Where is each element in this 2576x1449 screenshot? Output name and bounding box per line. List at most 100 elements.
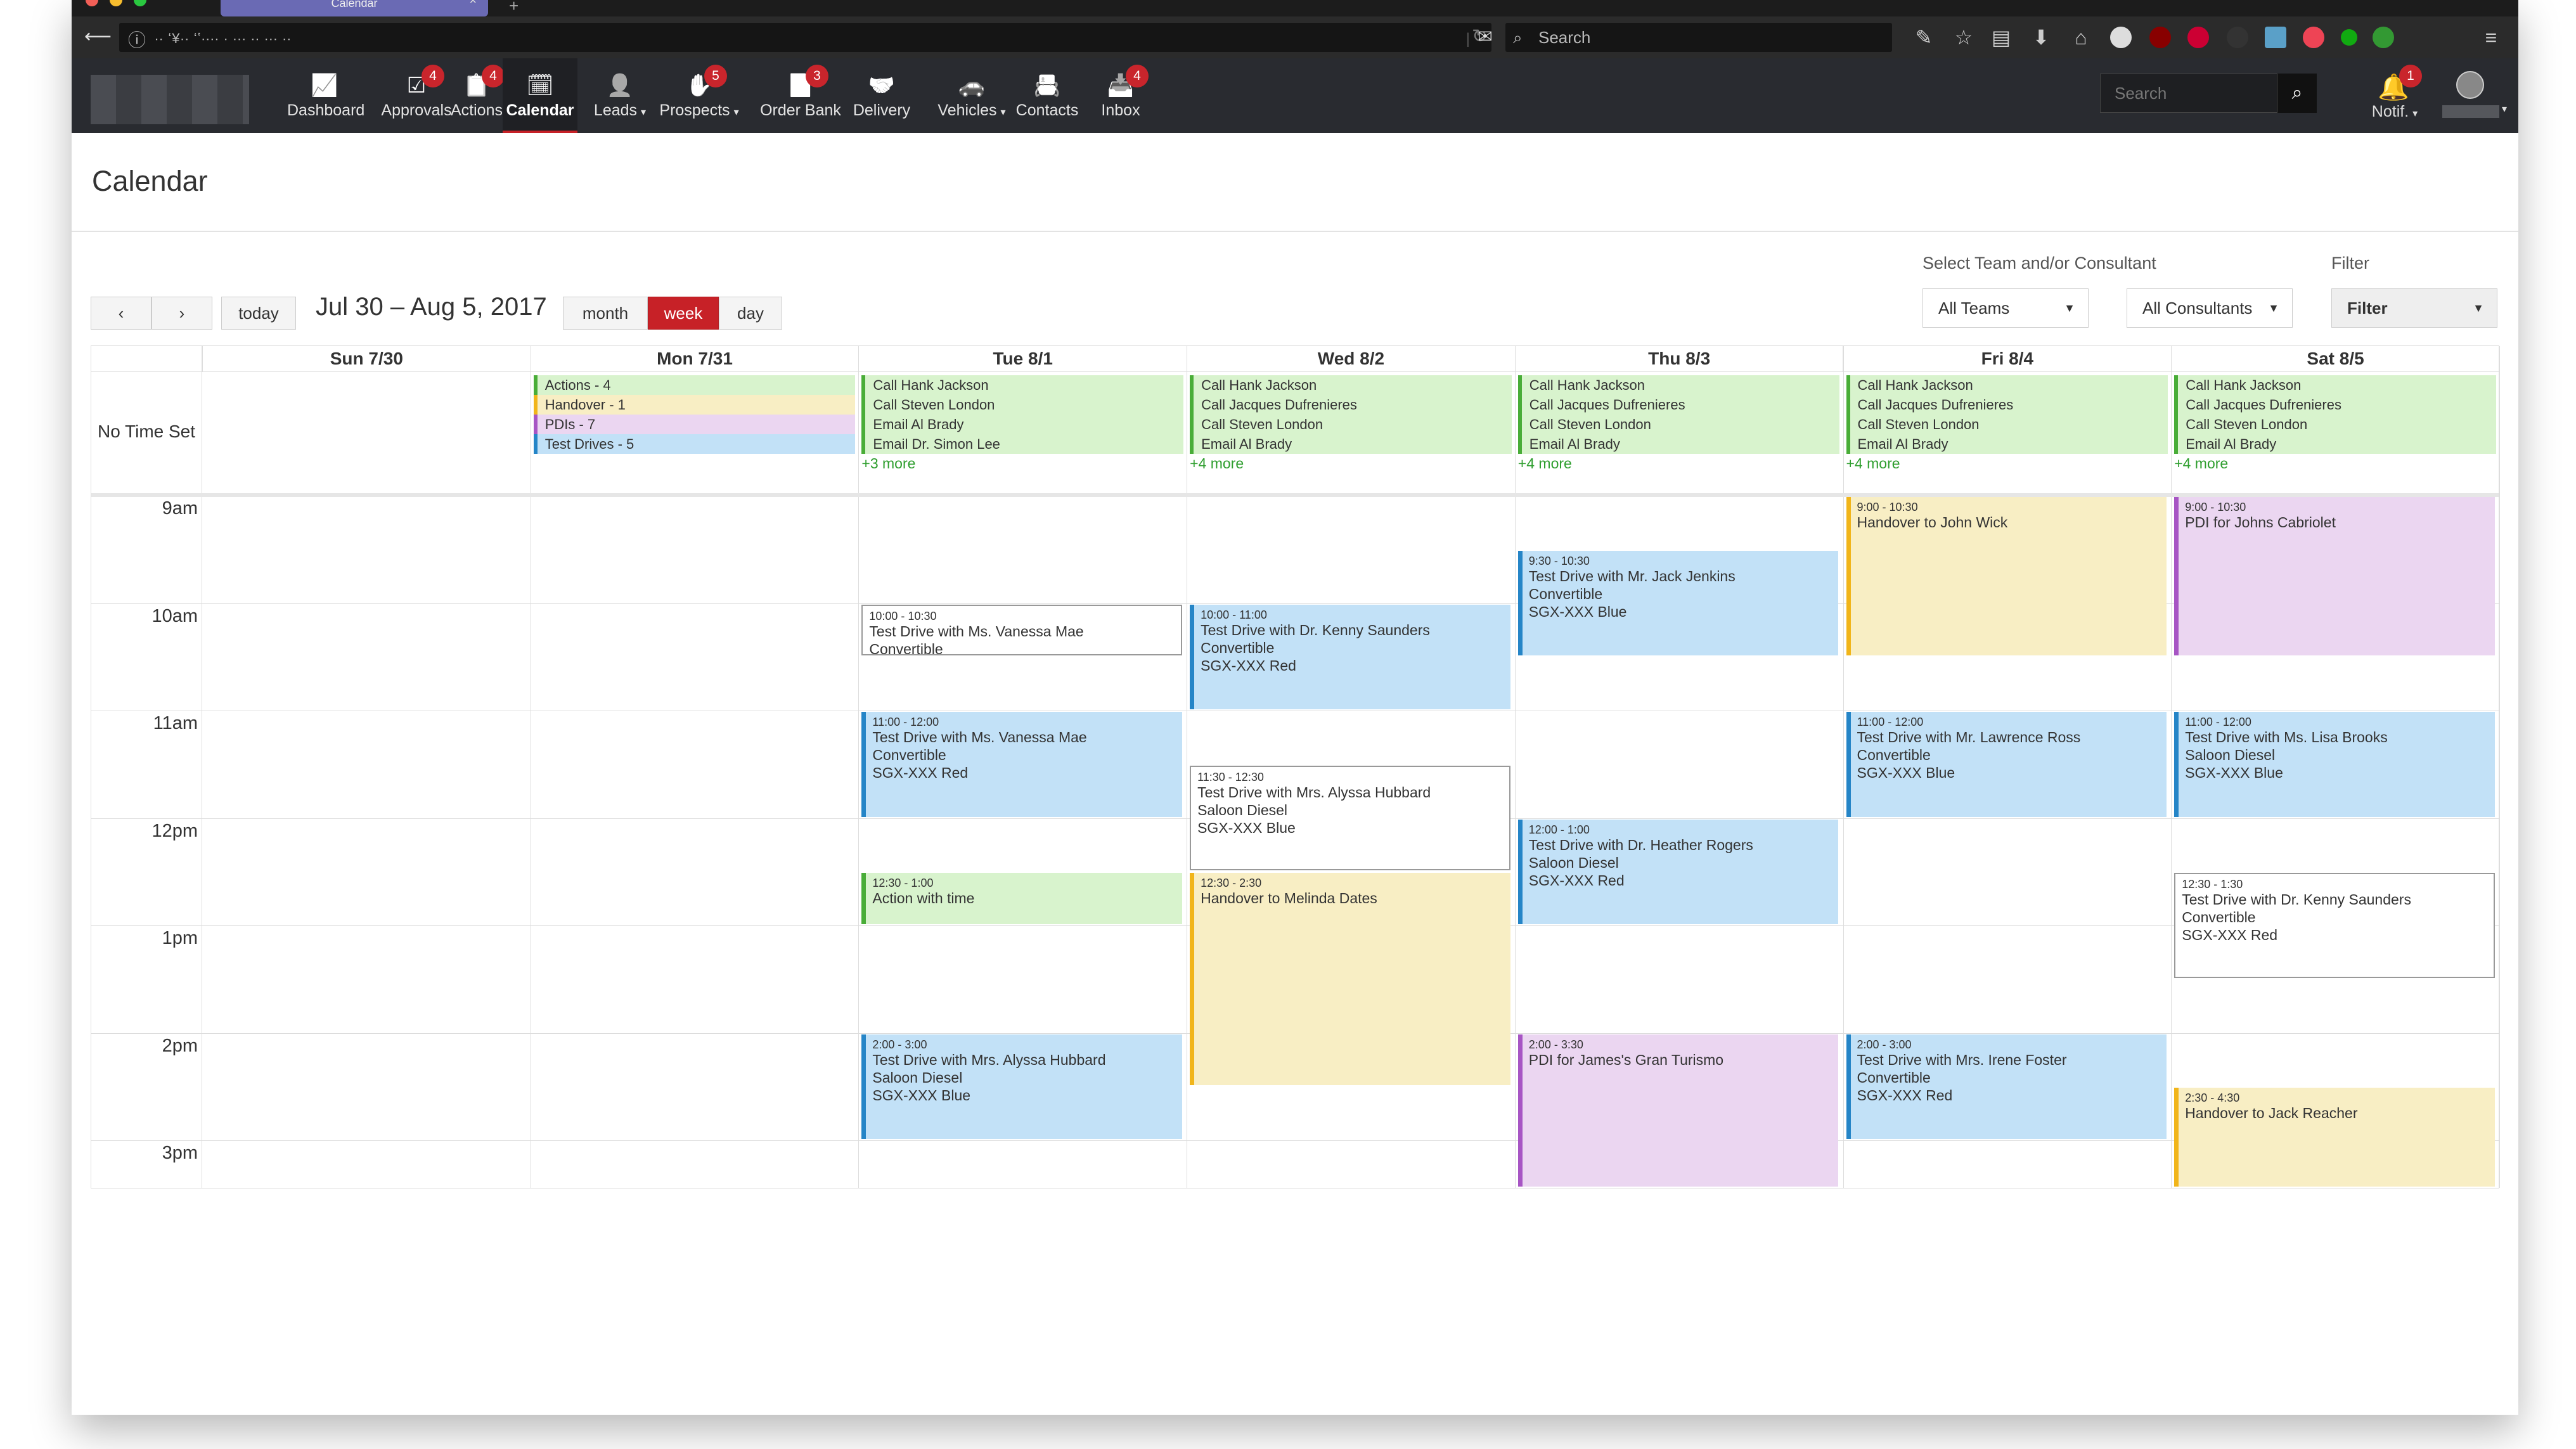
allday-task[interactable]: Email Al Brady	[1190, 434, 1512, 454]
ghostery-icon[interactable]	[2187, 27, 2209, 48]
browser-search[interactable]: ⌕ Search	[1505, 23, 1892, 52]
user-name-redacted	[2442, 105, 2499, 118]
send-icon[interactable]	[2303, 27, 2324, 48]
more-link[interactable]: +3 more	[861, 455, 915, 472]
calendar-event[interactable]: 12:00 - 1:00 Test Drive with Dr. Heather …	[1517, 819, 1839, 924]
calendar-event[interactable]: 11:00 - 12:00 Test Drive with Ms. Lisa Br…	[2174, 712, 2495, 817]
app-search-button[interactable]: ⌕	[2277, 74, 2317, 113]
calendar-event[interactable]: 10:00 - 11:00 Test Drive with Dr. Kenny S…	[1190, 604, 1510, 709]
calendar-event[interactable]: 2:00 - 3:00 Test Drive with Mrs. Irene Fo…	[1846, 1034, 2167, 1139]
allday-task[interactable]: Call Steven London	[1846, 415, 2168, 434]
nav-item-actions[interactable]: 📋 4 Actions	[444, 58, 509, 133]
calendar-event[interactable]: 11:00 - 12:00 Test Drive with Ms. Vanessa…	[861, 712, 1183, 817]
calendar-event[interactable]: 2:00 - 3:30 PDI for James's Gran Turismo	[1517, 1034, 1839, 1187]
event-time: 12:00 - 1:00	[1528, 823, 1590, 836]
allday-task[interactable]: Call Steven London	[2174, 415, 2496, 434]
mail-icon[interactable]: ✉	[1472, 23, 1498, 51]
zoom-window-icon[interactable]	[134, 0, 146, 6]
download-icon[interactable]: ⬇	[2030, 27, 2052, 48]
nav-item-calendar[interactable]: 🗓 Calendar	[503, 58, 577, 133]
app-logo[interactable]	[91, 75, 249, 124]
allday-task[interactable]: Email Al Brady	[1517, 434, 1840, 454]
nav-item-contacts[interactable]: 📇 Contacts	[1010, 58, 1085, 133]
nav-item-delivery[interactable]: 🤝 Delivery	[846, 58, 917, 133]
notifications-menu[interactable]: 🔔 1 Notif. ▾	[2360, 58, 2430, 133]
home-icon[interactable]: ⌂	[2070, 27, 2092, 48]
more-link[interactable]: +4 more	[1518, 455, 1572, 472]
allday-task[interactable]: Email Dr. Simon Lee	[861, 434, 1184, 454]
allday-task[interactable]: Email Al Brady	[861, 415, 1184, 434]
tab-calendar[interactable]: Calendar ×	[221, 0, 488, 16]
tab-close-icon[interactable]: ×	[469, 0, 477, 7]
allday-task[interactable]: Email Al Brady	[1846, 434, 2168, 454]
allday-summary-item[interactable]: Handover - 1	[533, 395, 856, 415]
allday-task[interactable]: Call Jacques Dufrenieres	[2174, 395, 2496, 415]
menu-icon[interactable]: ≡	[2480, 27, 2502, 48]
next-button[interactable]: ›	[151, 297, 212, 330]
app-search-input[interactable]: Search	[2100, 74, 2277, 113]
allday-task[interactable]: Call Hank Jackson	[1190, 375, 1512, 395]
nav-item-leads[interactable]: 👤 Leads ▾	[585, 58, 655, 133]
calendar-event[interactable]: 11:30 - 12:30 Test Drive with Mrs. Alyssa…	[1190, 765, 1510, 871]
allday-task[interactable]: Call Jacques Dufrenieres	[1846, 395, 2168, 415]
event-title: Test Drive with Ms. Vanessa Mae	[872, 729, 1087, 745]
prev-button[interactable]: ‹	[91, 297, 151, 330]
today-button[interactable]: today	[221, 297, 296, 330]
nav-item-prospects[interactable]: ✋ 5 Prospects ▾	[652, 58, 747, 133]
consultant-select[interactable]: All Consultants ▼	[2127, 288, 2293, 328]
nav-item-inbox[interactable]: 📥 4 Inbox	[1089, 58, 1152, 133]
more-link[interactable]: +4 more	[1190, 455, 1244, 472]
calendar-event[interactable]: 11:00 - 12:00 Test Drive with Mr. Lawrenc…	[1846, 712, 2167, 817]
calendar-event[interactable]: 10:00 - 10:30 Test Drive with Ms. Vanessa…	[861, 604, 1183, 656]
nav-item-dashboard[interactable]: 📈 Dashboard	[287, 58, 364, 133]
shield-icon[interactable]	[2227, 27, 2248, 48]
back-icon[interactable]: ⟵	[84, 23, 112, 51]
wrench-icon[interactable]: ✎	[1913, 27, 1935, 48]
screenshot-icon[interactable]	[2265, 27, 2286, 48]
nav-item-order-bank[interactable]: 📄 3 Order Bank	[753, 58, 848, 133]
close-window-icon[interactable]	[86, 0, 98, 6]
address-bar[interactable]: ⓘ ∙∙ ʻ¥∙∙ ʻʽ∙∙∙∙ ∙ ∙∙∙ ∙∙ ∙∙∙ ∙∙ | ↻	[119, 23, 1491, 52]
calendar-event[interactable]: 12:30 - 2:30 Handover to Melinda Dates	[1190, 873, 1510, 1086]
allday-task[interactable]: Call Steven London	[1190, 415, 1512, 434]
info-icon[interactable]: ⓘ	[128, 27, 146, 52]
calendar-event[interactable]: 9:30 - 10:30 Test Drive with Mr. Jack Jen…	[1517, 550, 1839, 656]
clipboard-icon[interactable]: ▤	[1990, 27, 2012, 48]
allday-summary-item[interactable]: Actions - 4	[533, 375, 856, 395]
allday-task[interactable]: Call Hank Jackson	[861, 375, 1184, 395]
allday-summary-item[interactable]: Test Drives - 5	[533, 434, 856, 454]
ublock-icon[interactable]	[2149, 27, 2171, 48]
allday-task[interactable]: Email Al Brady	[2174, 434, 2496, 454]
filter-select[interactable]: Filter ▼	[2331, 288, 2497, 328]
calendar-event[interactable]: 2:30 - 4:30 Handover to Jack Reacher	[2174, 1088, 2495, 1187]
allday-task[interactable]: Call Jacques Dufrenieres	[1190, 395, 1512, 415]
team-select[interactable]: All Teams ▼	[1922, 288, 2089, 328]
more-link[interactable]: +4 more	[2174, 455, 2228, 472]
w-extension-icon[interactable]	[2341, 29, 2357, 46]
week-view-button[interactable]: week	[648, 297, 719, 330]
user-menu[interactable]: ▾	[2442, 71, 2512, 128]
extension-icon[interactable]	[2110, 27, 2132, 48]
calendar-event[interactable]: 12:30 - 1:00 Action with time	[861, 873, 1183, 924]
calendar-event[interactable]: 9:00 - 10:30 PDI for Johns Cabriolet	[2174, 497, 2495, 656]
calendar-event[interactable]: 12:30 - 1:30 Test Drive with Dr. Kenny Sa…	[2174, 873, 2495, 978]
allday-task[interactable]: Call Hank Jackson	[1846, 375, 2168, 395]
allday-task[interactable]: Call Steven London	[861, 395, 1184, 415]
minimize-window-icon[interactable]	[110, 0, 122, 6]
green-extension-icon[interactable]	[2373, 27, 2394, 48]
month-view-button[interactable]: month	[563, 297, 648, 330]
allday-task[interactable]: Call Hank Jackson	[1517, 375, 1840, 395]
nav-item-vehicles[interactable]: 🚗 Vehicles ▾	[924, 58, 1019, 133]
allday-task[interactable]: Call Steven London	[1517, 415, 1840, 434]
calendar-event[interactable]: 2:00 - 3:00 Test Drive with Mrs. Alyssa H…	[861, 1034, 1183, 1139]
star-icon[interactable]: ☆	[1953, 27, 1974, 48]
more-link[interactable]: +4 more	[1846, 455, 1900, 472]
calendar-event[interactable]: 9:00 - 10:30 Handover to John Wick	[1846, 497, 2167, 656]
day-view-button[interactable]: day	[719, 297, 782, 330]
allday-task[interactable]: Call Jacques Dufrenieres	[1517, 395, 1840, 415]
new-tab-icon[interactable]: +	[509, 0, 518, 16]
time-label: 2pm	[162, 1035, 198, 1056]
allday-summary-item[interactable]: PDIs - 7	[533, 415, 856, 434]
allday-task[interactable]: Call Hank Jackson	[2174, 375, 2496, 395]
app-navbar: 📈 Dashboard ☑ 4 Approvals 📋 4 Actions 🗓 Calendar 👤…	[72, 58, 2518, 133]
